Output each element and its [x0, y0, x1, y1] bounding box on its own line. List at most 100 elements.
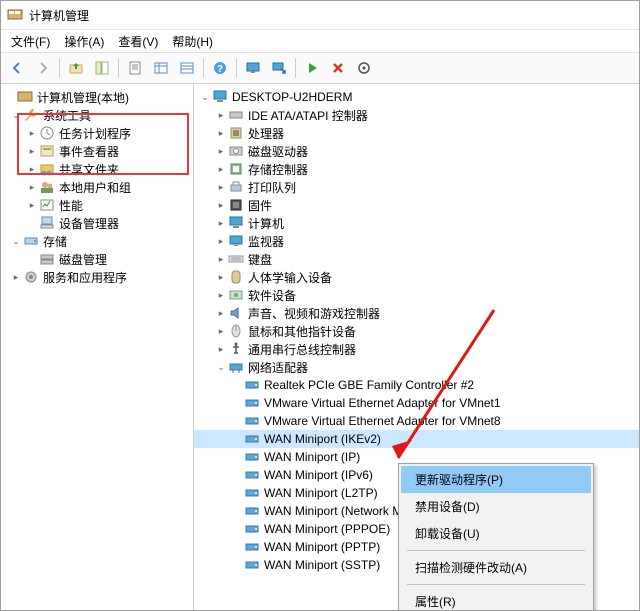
network-adapter-item[interactable]: Realtek PCIe GBE Family Controller #2	[194, 376, 639, 394]
device-category-firmware[interactable]: ▸固件	[194, 196, 639, 214]
network-adapter-item[interactable]: WAN Miniport (IKEv2)	[194, 430, 639, 448]
menu-separator	[407, 550, 585, 551]
menu-file[interactable]: 文件(F)	[5, 31, 56, 52]
toolbar-play[interactable]	[300, 56, 324, 80]
expander-icon[interactable]: ▸	[214, 162, 228, 176]
toolbar-forward[interactable]	[31, 56, 55, 80]
toolbar-sep	[295, 58, 296, 78]
device-category-cpu[interactable]: ▸处理器	[194, 124, 639, 142]
left-tree-pane: ▸ 计算机管理(本地) ⌄ 系统工具 ▸ 任务计划程序 ▸ 事件查看器	[1, 84, 194, 611]
toolbar-table[interactable]	[149, 56, 173, 80]
device-category-software_dev[interactable]: ▸软件设备	[194, 286, 639, 304]
expander-icon[interactable]: ▸	[214, 108, 228, 122]
toolbar-properties[interactable]	[123, 56, 147, 80]
expander-icon[interactable]: ▸	[25, 198, 39, 212]
device-category-keyboards[interactable]: ▸键盘	[194, 250, 639, 268]
menu-update-driver[interactable]: 更新驱动程序(P)	[401, 466, 591, 493]
toolbar-sep	[118, 58, 119, 78]
menu-disable-device[interactable]: 禁用设备(D)	[401, 493, 591, 520]
device-category-storage_ctrl[interactable]: ▸存储控制器	[194, 160, 639, 178]
toolbar-up[interactable]	[64, 56, 88, 80]
expander-icon[interactable]: ⌄	[198, 90, 212, 104]
left-storage[interactable]: ⌄ 存储	[1, 232, 193, 250]
menu-uninstall-device[interactable]: 卸载设备(U)	[401, 520, 591, 547]
expander-icon[interactable]: ⌄	[9, 108, 23, 122]
left-task-scheduler[interactable]: ▸ 任务计划程序	[1, 124, 193, 142]
toolbar-show-hide[interactable]	[90, 56, 114, 80]
device-category-mouse[interactable]: ▸鼠标和其他指针设备	[194, 322, 639, 340]
app-icon	[7, 7, 23, 23]
menubar: 文件(F) 操作(A) 查看(V) 帮助(H)	[1, 30, 639, 53]
device-category-network[interactable]: ⌄网络适配器	[194, 358, 639, 376]
device-category-hid[interactable]: ▸人体学输入设备	[194, 268, 639, 286]
wrench-icon	[23, 107, 39, 123]
toolbar-back[interactable]	[5, 56, 29, 80]
performance-icon	[39, 197, 55, 213]
network-adapter-icon	[244, 557, 260, 573]
toolbar-sep	[236, 58, 237, 78]
keyboard-icon	[228, 251, 244, 267]
device-category-disk[interactable]: ▸磁盘驱动器	[194, 142, 639, 160]
expander-icon[interactable]: ▸	[214, 342, 228, 356]
toolbar-target[interactable]	[352, 56, 376, 80]
clock-icon	[39, 125, 55, 141]
audio-icon	[228, 305, 244, 321]
expander-icon[interactable]: ▸	[214, 234, 228, 248]
left-disk-management[interactable]: 磁盘管理	[1, 250, 193, 268]
device-category-ide[interactable]: ▸IDE ATA/ATAPI 控制器	[194, 106, 639, 124]
left-local-users[interactable]: ▸ 本地用户和组	[1, 178, 193, 196]
toolbar-help[interactable]: ?	[208, 56, 232, 80]
expander-icon[interactable]: ▸	[214, 324, 228, 338]
disk-mgmt-icon	[39, 251, 55, 267]
toolbar-delete[interactable]	[326, 56, 350, 80]
menu-action[interactable]: 操作(A)	[58, 31, 110, 52]
device-category-audio[interactable]: ▸声音、视频和游戏控制器	[194, 304, 639, 322]
monitor-icon	[228, 233, 244, 249]
menu-properties[interactable]: 属性(R)	[401, 588, 591, 611]
expander-icon[interactable]: ▸	[9, 270, 23, 284]
left-device-manager[interactable]: ▸ 设备管理器	[1, 214, 193, 232]
network-adapter-icon	[244, 413, 260, 429]
expander-icon[interactable]: ▸	[214, 306, 228, 320]
left-shared-folders[interactable]: ▸ 共享文件夹	[1, 160, 193, 178]
expander-icon[interactable]: ▸	[214, 252, 228, 266]
expander-icon[interactable]: ▸	[25, 180, 39, 194]
left-root[interactable]: ▸ 计算机管理(本地)	[1, 88, 193, 106]
left-event-viewer[interactable]: ▸ 事件查看器	[1, 142, 193, 160]
device-category-computers[interactable]: ▸计算机	[194, 214, 639, 232]
toolbar-monitor[interactable]	[241, 56, 265, 80]
toolbar-list[interactable]	[175, 56, 199, 80]
expander-icon[interactable]: ▸	[214, 216, 228, 230]
expander-icon[interactable]: ▸	[214, 180, 228, 194]
network-adapter-icon	[244, 503, 260, 519]
expander-icon[interactable]: ▸	[214, 144, 228, 158]
expander-icon[interactable]: ▸	[214, 288, 228, 302]
menu-separator	[407, 584, 585, 585]
toolbar-monitor-arrow[interactable]	[267, 56, 291, 80]
expander-icon[interactable]: ⌄	[214, 360, 228, 374]
expander-icon[interactable]: ▸	[214, 126, 228, 140]
expander-icon[interactable]: ▸	[214, 198, 228, 212]
menu-help[interactable]: 帮助(H)	[166, 31, 219, 52]
menu-view[interactable]: 查看(V)	[112, 31, 164, 52]
cpu-icon	[228, 125, 244, 141]
left-system-tools[interactable]: ⌄ 系统工具	[1, 106, 193, 124]
storage-icon	[23, 233, 39, 249]
expander-icon[interactable]: ⌄	[9, 234, 23, 248]
expander-icon[interactable]: ▸	[25, 162, 39, 176]
computer-management-window: 计算机管理 文件(F) 操作(A) 查看(V) 帮助(H) ?	[0, 0, 640, 611]
expander-icon[interactable]: ▸	[214, 270, 228, 284]
device-root[interactable]: ⌄ DESKTOP-U2HDERM	[194, 88, 639, 106]
expander-icon[interactable]: ▸	[25, 144, 39, 158]
device-category-usb[interactable]: ▸通用串行总线控制器	[194, 340, 639, 358]
menu-scan-hardware[interactable]: 扫描检测硬件改动(A)	[401, 554, 591, 581]
device-category-monitors[interactable]: ▸监视器	[194, 232, 639, 250]
device-category-print_queue[interactable]: ▸打印队列	[194, 178, 639, 196]
left-performance[interactable]: ▸ 性能	[1, 196, 193, 214]
expander-icon[interactable]: ▸	[25, 126, 39, 140]
network-adapter-item[interactable]: VMware Virtual Ethernet Adapter for VMne…	[194, 394, 639, 412]
left-services-apps[interactable]: ▸ 服务和应用程序	[1, 268, 193, 286]
network-adapter-item[interactable]: VMware Virtual Ethernet Adapter for VMne…	[194, 412, 639, 430]
storage-icon	[228, 161, 244, 177]
users-icon	[39, 179, 55, 195]
